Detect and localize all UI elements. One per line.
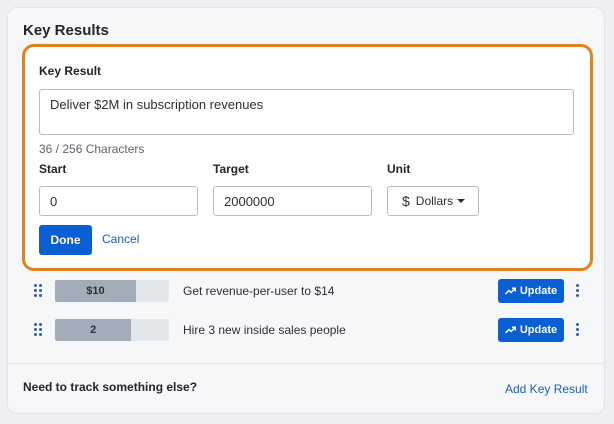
drag-handle-icon[interactable] bbox=[34, 323, 42, 337]
update-label: Update bbox=[519, 285, 558, 297]
footer-prompt: Need to track something else? bbox=[23, 380, 198, 394]
trend-up-icon bbox=[504, 287, 516, 295]
unit-label: Unit bbox=[387, 162, 411, 176]
update-label: Update bbox=[519, 324, 558, 336]
key-results-card: Key Results Key Result Deliver $2M in su… bbox=[7, 7, 605, 414]
key-result-text: Get revenue-per-user to $14 bbox=[183, 284, 335, 298]
target-label: Target bbox=[213, 162, 249, 176]
key-result-editor: Key Result Deliver $2M in subscription r… bbox=[22, 44, 593, 271]
done-button[interactable]: Done bbox=[39, 225, 92, 255]
character-count: 36 / 256 Characters bbox=[39, 142, 145, 156]
dollar-icon: $ bbox=[402, 193, 410, 209]
unit-selected-value: Dollars bbox=[415, 194, 454, 208]
add-key-result-link[interactable]: Add Key Result bbox=[505, 382, 588, 396]
update-button[interactable]: Update bbox=[498, 279, 564, 303]
update-button[interactable]: Update bbox=[498, 318, 564, 342]
key-result-row: $10 Get revenue-per-user to $14 Update bbox=[8, 276, 604, 306]
caret-down-icon bbox=[457, 199, 466, 203]
cancel-link[interactable]: Cancel bbox=[102, 232, 139, 246]
unit-select[interactable]: $ Dollars bbox=[387, 186, 479, 216]
start-label: Start bbox=[39, 162, 67, 176]
key-result-label: Key Result bbox=[39, 64, 102, 78]
card-title: Key Results bbox=[23, 22, 109, 39]
key-result-textarea[interactable]: Deliver $2M in subscription revenues bbox=[39, 89, 574, 135]
trend-up-icon bbox=[504, 326, 516, 334]
drag-handle-icon[interactable] bbox=[34, 284, 42, 298]
more-options-icon[interactable] bbox=[575, 323, 581, 337]
progress-value: $10 bbox=[86, 285, 105, 297]
target-input[interactable]: 2000000 bbox=[213, 186, 372, 216]
card-footer: Need to track something else? Add Key Re… bbox=[8, 363, 604, 413]
more-options-icon[interactable] bbox=[575, 284, 581, 298]
progress-bar: 2 bbox=[55, 319, 169, 341]
key-result-row: 2 Hire 3 new inside sales people Update bbox=[8, 315, 604, 345]
key-result-text: Hire 3 new inside sales people bbox=[183, 323, 346, 337]
progress-bar: $10 bbox=[55, 280, 169, 302]
start-input[interactable]: 0 bbox=[39, 186, 198, 216]
progress-value: 2 bbox=[90, 324, 97, 336]
